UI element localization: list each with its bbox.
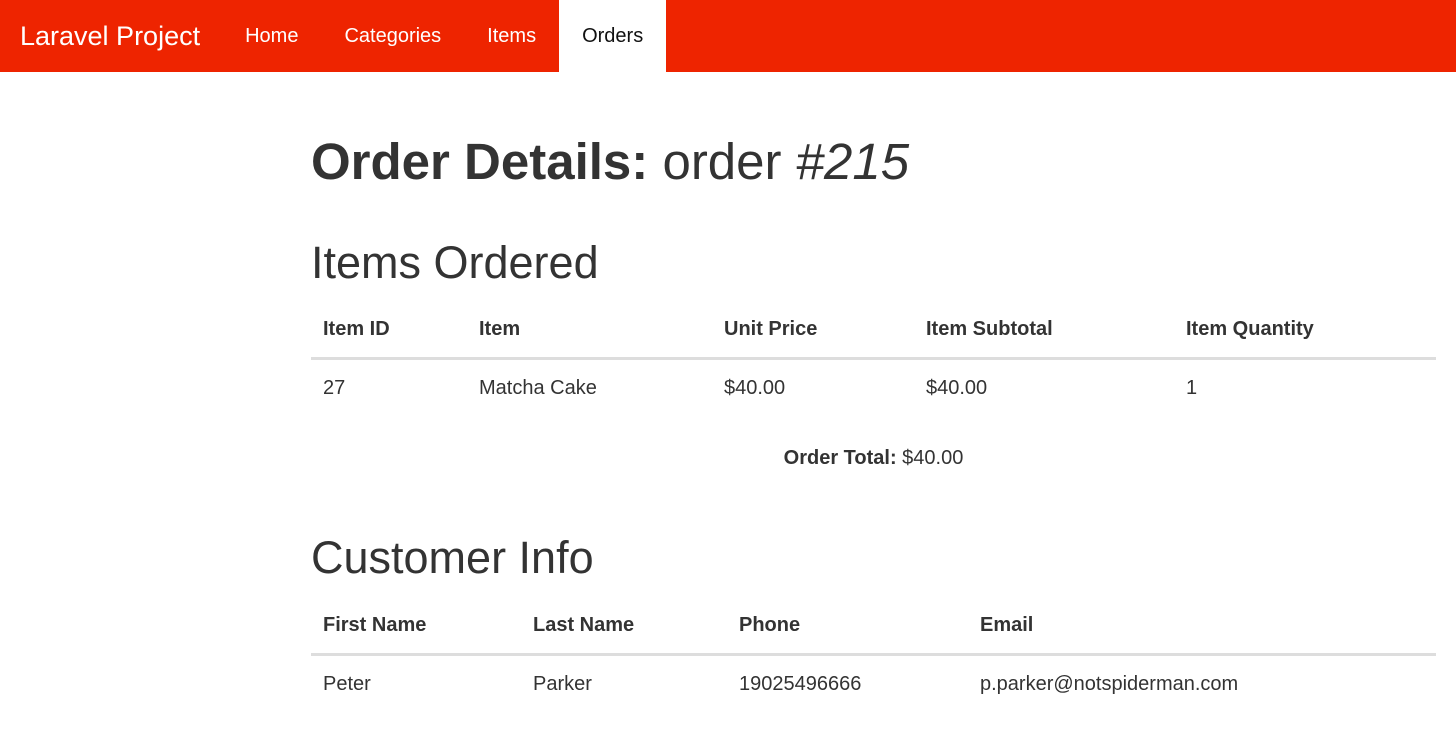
column-header-email: Email <box>968 597 1436 656</box>
cell-item-subtotal: $40.00 <box>926 377 988 399</box>
column-header-unit-price: Unit Price <box>712 301 914 360</box>
items-ordered-heading: Items Ordered <box>311 237 599 288</box>
cell-item-id: 27 <box>323 377 346 399</box>
column-header-item-subtotal: Item Subtotal <box>914 301 1174 360</box>
cell-last-name: Parker <box>533 673 592 695</box>
column-header-item-quantity: Item Quantity <box>1174 301 1436 360</box>
table-row: Peter Parker 19025496666 p.parker@notspi… <box>311 655 1436 714</box>
items-table: Item ID Item Unit Price Item Subtotal It… <box>311 301 1436 417</box>
brand-link[interactable]: Laravel Project <box>0 0 222 72</box>
navbar: Laravel Project Home Categories Items Or… <box>0 0 1456 72</box>
nav-list: Home Categories Items Orders <box>222 0 667 72</box>
cell-item-quantity: 1 <box>1186 377 1198 399</box>
cell-first-name: Peter <box>323 673 371 695</box>
column-header-phone: Phone <box>727 597 968 656</box>
nav-item-orders[interactable]: Orders <box>559 0 667 72</box>
column-header-first-name: First Name <box>311 597 521 656</box>
customer-table: First Name Last Name Phone Email Peter P… <box>311 597 1436 713</box>
items-table-header-row: Item ID Item Unit Price Item Subtotal It… <box>311 301 1436 360</box>
page-title-label: Order Details: <box>311 133 649 190</box>
page-title-order-number: #215 <box>795 133 910 190</box>
customer-info-heading: Customer Info <box>311 532 594 583</box>
column-header-last-name: Last Name <box>521 597 727 656</box>
cell-phone: 19025496666 <box>739 673 862 695</box>
cell-item-name: Matcha Cake <box>479 377 597 399</box>
column-header-item: Item <box>467 301 712 360</box>
order-total-label: Order Total: <box>783 447 897 469</box>
nav-item-home[interactable]: Home <box>222 0 321 72</box>
nav-item-items[interactable]: Items <box>464 0 559 72</box>
order-total: Order Total: $40.00 <box>311 444 1436 472</box>
page-title: Order Details: order #215 <box>311 132 909 192</box>
nav-item-categories[interactable]: Categories <box>321 0 464 72</box>
page-title-order-word: order <box>662 133 782 190</box>
order-total-value: $40.00 <box>902 447 964 469</box>
cell-email: p.parker@notspiderman.com <box>980 673 1239 695</box>
customer-table-header-row: First Name Last Name Phone Email <box>311 597 1436 656</box>
column-header-item-id: Item ID <box>311 301 467 360</box>
table-row: 27 Matcha Cake $40.00 $40.00 1 <box>311 359 1436 418</box>
cell-unit-price: $40.00 <box>724 377 786 399</box>
